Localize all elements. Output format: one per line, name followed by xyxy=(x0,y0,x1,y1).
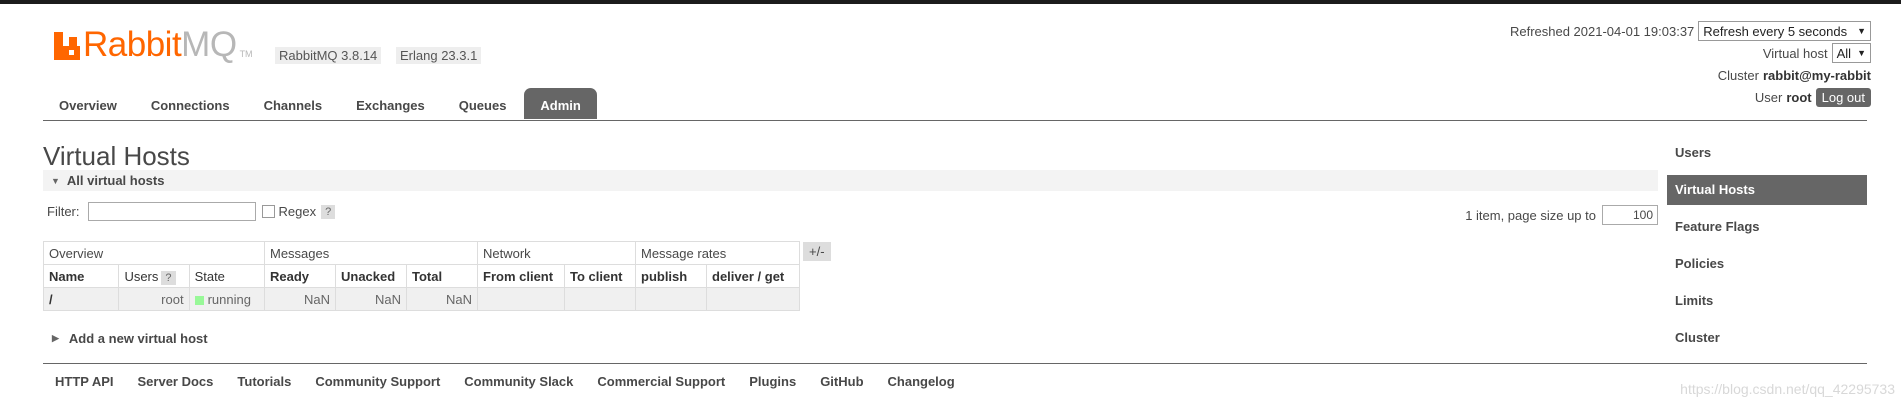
menu-item-limits[interactable]: Limits xyxy=(1667,286,1867,316)
cell-deliver-get xyxy=(706,287,800,311)
page-title: Virtual Hosts xyxy=(43,141,190,171)
add-virtual-host-label: Add a new virtual host xyxy=(68,331,208,346)
add-virtual-host-toggle[interactable]: ▶ Add a new virtual host xyxy=(52,331,208,346)
cell-to-client xyxy=(564,287,636,311)
pagination-text: 1 item, page size up to xyxy=(1465,207,1596,223)
footer-link-server-docs[interactable]: Server Docs xyxy=(138,374,214,389)
virtual-host-label: Virtual host xyxy=(1762,45,1828,61)
collapse-triangle-icon: ▼ xyxy=(51,175,60,186)
dropdown-arrow-icon: ▼ xyxy=(1857,26,1866,36)
footer-link-github[interactable]: GitHub xyxy=(820,374,863,389)
column-header-users[interactable]: Users? xyxy=(118,264,190,288)
group-header-message-rates: Message rates xyxy=(635,241,800,265)
menu-item-feature-flags[interactable]: Feature Flags xyxy=(1667,212,1867,242)
cell-total: NaN xyxy=(406,287,478,311)
footer-link-community-support[interactable]: Community Support xyxy=(315,374,440,389)
filter-bar: Filter: Regex ? xyxy=(47,202,336,221)
admin-side-menu: Users Virtual Hosts Feature Flags Polici… xyxy=(1667,138,1867,360)
rabbitmq-logo-icon xyxy=(54,32,80,60)
cluster-name: rabbit@my-rabbit xyxy=(1762,67,1871,83)
menu-item-virtual-hosts[interactable]: Virtual Hosts xyxy=(1667,175,1867,205)
virtual-hosts-table: Overview Messages Network Message rates … xyxy=(42,241,800,311)
tab-queues[interactable]: Queues xyxy=(443,88,523,119)
column-header-publish[interactable]: publish xyxy=(635,264,707,288)
menu-item-users[interactable]: Users xyxy=(1667,138,1867,168)
cell-publish xyxy=(635,287,707,311)
footer-link-commercial-support[interactable]: Commercial Support xyxy=(597,374,725,389)
erlang-version-badge: Erlang 23.3.1 xyxy=(396,47,482,64)
column-header-to-client[interactable]: To client xyxy=(564,264,636,288)
group-header-overview: Overview xyxy=(43,241,265,265)
cell-state: running xyxy=(188,287,266,311)
filter-input[interactable] xyxy=(87,202,256,221)
logo-trademark: TM xyxy=(239,49,253,59)
window-top-border xyxy=(0,0,1901,4)
table-row[interactable]: / root running NaN NaN NaN xyxy=(42,287,800,311)
main-tabs: Overview Connections Channels Exchanges … xyxy=(43,88,599,119)
status-panel: Refreshed 2021-04-01 19:03:37 Refresh ev… xyxy=(1510,20,1871,108)
logout-button[interactable]: Log out xyxy=(1815,87,1871,107)
rabbitmq-logo[interactable]: RabbitMQ TM xyxy=(54,25,253,64)
column-header-deliver-get[interactable]: deliver / get xyxy=(706,264,800,288)
watermark: https://blog.csdn.net/qq_42295733 xyxy=(1680,381,1895,397)
user-label: User xyxy=(1754,89,1783,105)
group-header-messages: Messages xyxy=(264,241,478,265)
logo-text: RabbitMQ xyxy=(83,25,237,64)
group-header-network: Network xyxy=(477,241,636,265)
footer-link-changelog[interactable]: Changelog xyxy=(888,374,955,389)
footer-link-http-api[interactable]: HTTP API xyxy=(55,374,114,389)
expand-triangle-icon: ▶ xyxy=(52,333,59,343)
user-name: root xyxy=(1786,89,1812,105)
cluster-label: Cluster xyxy=(1717,67,1759,83)
column-header-name[interactable]: Name xyxy=(42,264,120,288)
menu-item-cluster[interactable]: Cluster xyxy=(1667,323,1867,353)
tab-admin[interactable]: Admin xyxy=(524,88,597,119)
cell-ready: NaN xyxy=(264,287,336,311)
tab-channels[interactable]: Channels xyxy=(248,88,339,119)
column-header-ready[interactable]: Ready xyxy=(264,264,336,288)
columns-toggle-button[interactable]: +/- xyxy=(803,242,831,261)
footer-link-community-slack[interactable]: Community Slack xyxy=(464,374,573,389)
users-help-button[interactable]: ? xyxy=(161,270,176,285)
column-header-total[interactable]: Total xyxy=(406,264,478,288)
refresh-interval-select[interactable]: Refresh every 5 seconds ▼ xyxy=(1698,21,1871,41)
refreshed-timestamp: Refreshed 2021-04-01 19:03:37 xyxy=(1509,23,1695,39)
column-header-unacked[interactable]: Unacked xyxy=(335,264,407,288)
column-header-state[interactable]: State xyxy=(188,264,266,288)
tab-connections[interactable]: Connections xyxy=(135,88,246,119)
regex-label: Regex xyxy=(278,204,317,219)
dropdown-arrow-icon: ▼ xyxy=(1857,48,1866,58)
cell-from-client xyxy=(477,287,565,311)
cell-users: root xyxy=(118,287,190,311)
tab-overview[interactable]: Overview xyxy=(43,88,133,119)
pagination-info: 1 item, page size up to 100 xyxy=(1465,205,1658,225)
column-header-from-client[interactable]: From client xyxy=(477,264,565,288)
running-status-icon xyxy=(194,295,204,305)
all-virtual-hosts-section-toggle[interactable]: ▼ All virtual hosts xyxy=(43,170,1658,191)
cell-unacked: NaN xyxy=(335,287,407,311)
filter-label: Filter: xyxy=(47,204,80,219)
footer-link-tutorials[interactable]: Tutorials xyxy=(237,374,291,389)
vhost-name-link[interactable]: / xyxy=(42,287,120,311)
menu-item-policies[interactable]: Policies xyxy=(1667,249,1867,279)
footer-links: HTTP API Server Docs Tutorials Community… xyxy=(55,374,979,389)
footer-divider xyxy=(43,363,1867,364)
tab-exchanges[interactable]: Exchanges xyxy=(340,88,441,119)
tabs-divider xyxy=(43,120,1867,121)
rabbitmq-version-badge: RabbitMQ 3.8.14 xyxy=(275,47,382,64)
section-title: All virtual hosts xyxy=(66,173,165,188)
regex-help-button[interactable]: ? xyxy=(321,204,336,219)
page-size-input[interactable]: 100 xyxy=(1602,205,1658,225)
regex-checkbox[interactable] xyxy=(261,205,275,218)
footer-link-plugins[interactable]: Plugins xyxy=(749,374,796,389)
virtual-host-select[interactable]: All ▼ xyxy=(1831,43,1871,63)
